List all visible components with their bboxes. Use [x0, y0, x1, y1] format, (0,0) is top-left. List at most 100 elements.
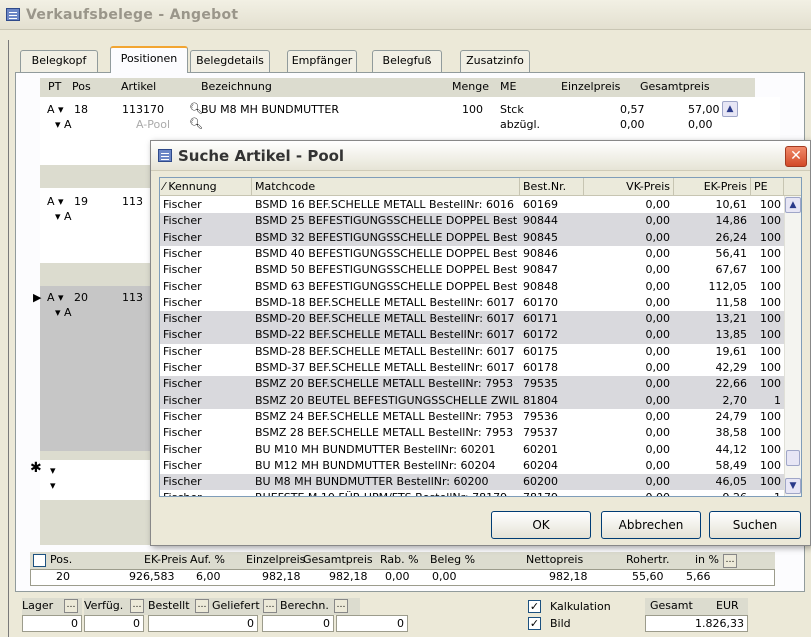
list-row[interactable]: Fischer RUEFSTE M 10 FÜR UPM/FTS BestellN… [160, 490, 784, 496]
list-scrollbar[interactable]: ▲ ▼ [784, 196, 801, 496]
col-matchcode[interactable]: Matchcode [252, 178, 520, 196]
cell-matchcode: BU M12 MH BUNDMUTTER BestellNr: 60204 [255, 458, 496, 472]
sum-ekpreis: 926,583 [129, 570, 175, 583]
col-me: ME [500, 80, 517, 93]
gesamtpreis-field[interactable]: 57,00 [688, 103, 720, 116]
sum-col-beleg: Beleg % [430, 553, 476, 566]
list-row[interactable]: Fischer BSMZ 24 BEF.SCHELLE METALL Bestel… [160, 409, 784, 425]
list-row[interactable]: Fischer BSMZ 20 BEF.SCHELLE METALL Bestel… [160, 376, 784, 393]
sum-col-pos: Pos. [50, 553, 73, 566]
list-row[interactable]: Fischer BSMZ 28 BEF.SCHELLE METALL Bestel… [160, 425, 784, 441]
bild-label: Bild [550, 617, 571, 630]
verfueg-more-button[interactable]: … [130, 599, 144, 613]
scroll-down-button[interactable]: ▼ [785, 478, 801, 494]
col-pe[interactable]: PE [751, 178, 784, 196]
cell-matchcode: BSMD 63 BEFESTIGUNGSSCHELLE DOPPEL Best [255, 279, 518, 293]
verfueg-value: 0 [84, 615, 144, 632]
list-row[interactable]: Fischer BSMD-22 BEF.SCHELLE METALL Bestel… [160, 327, 784, 344]
list-row[interactable]: Fischer BSMD 40 BEFESTIGUNGSSCHELLE DOPPE… [160, 246, 784, 262]
pt-field[interactable]: A ▾ [47, 103, 64, 116]
bild-checkbox[interactable]: ✓ [528, 617, 541, 630]
cancel-button[interactable]: Abbrechen [601, 511, 701, 539]
grid-scroll-up-button[interactable]: ▲ [722, 101, 738, 117]
cell-ekpreis: 67,67 [715, 263, 748, 277]
list-row[interactable]: Fischer BSMD-37 BEF.SCHELLE METALL Bestel… [160, 360, 784, 376]
cell-bestnr: 79536 [523, 409, 558, 423]
artikel-field[interactable]: 113 [122, 195, 143, 208]
list-row[interactable]: Fischer BSMD-28 BEF.SCHELLE METALL Bestel… [160, 344, 784, 360]
summary-checkbox[interactable] [33, 554, 46, 567]
cell-bestnr: 79537 [523, 426, 558, 440]
tab-belegdetails[interactable]: Belegdetails [190, 50, 270, 72]
list-row[interactable]: Fischer BSMD 16 BEF.SCHELLE METALL Bestel… [160, 197, 784, 213]
list-row[interactable]: Fischer BU M10 MH BUNDMUTTER BestellNr: 6… [160, 442, 784, 458]
cell-ekpreis: 58,49 [715, 458, 748, 472]
cell-kennung: Fischer [163, 458, 202, 472]
new-sub-pt-dropdown[interactable]: ▾ [50, 479, 56, 492]
scroll-thumb[interactable] [786, 450, 800, 466]
col-kennung[interactable]: ⁄ Kennung [160, 178, 252, 196]
bestellt-more-button[interactable]: … [195, 599, 209, 613]
cell-bestnr: 90847 [523, 263, 558, 277]
list-row[interactable]: Fischer BSMD 63 BEFESTIGUNGSSCHELLE DOPPE… [160, 279, 784, 295]
pos-field[interactable]: 18 [74, 103, 88, 116]
col-vkpreis[interactable]: VK-Preis [584, 178, 674, 196]
col-bestnr[interactable]: Best.Nr. [520, 178, 584, 196]
sub-pt-field[interactable]: ▾ A [55, 118, 72, 131]
cell-ekpreis: 22,66 [715, 377, 748, 391]
lager-more-button[interactable]: … [64, 599, 78, 613]
pos-field[interactable]: 19 [74, 195, 88, 208]
sub-einzelpreis-field[interactable]: 0,00 [620, 118, 645, 131]
cell-vkpreis: 0,00 [645, 246, 671, 260]
list-row[interactable]: Fischer BSMD-18 BEF.SCHELLE METALL Bestel… [160, 295, 784, 311]
kalkulation-checkbox[interactable]: ✓ [528, 600, 541, 613]
sum-col-rabatt: Rab. % [380, 553, 419, 566]
tab-belegkopf[interactable]: Belegkopf [20, 50, 98, 72]
search-button[interactable]: Suchen [709, 511, 801, 539]
berechn-more-button[interactable]: … [334, 599, 348, 613]
search-icon[interactable]: 🔍︎ [189, 117, 203, 130]
list-row[interactable]: Fischer BSMD 32 BEFESTIGUNGSSCHELLE DOPPE… [160, 229, 784, 246]
col-ekpreis[interactable]: EK-Preis [674, 178, 751, 196]
dialog-title: Suche Artikel - Pool [178, 147, 345, 165]
sub-gesamtpreis-field[interactable]: 0,00 [688, 118, 713, 131]
tab-positionen[interactable]: Positionen [110, 46, 188, 73]
list-row[interactable]: Fischer BU M8 MH BUNDMUTTER BestellNr: 60… [160, 474, 784, 491]
bezeichnung-field[interactable]: BU M8 MH BUNDMUTTER [201, 103, 339, 116]
sub-pt-field[interactable]: ▾ A [55, 306, 72, 319]
sum-aufschlag: 6,00 [196, 570, 221, 583]
list-row[interactable]: Fischer BSMD 25 BEFESTIGUNGSSCHELLE DOPPE… [160, 213, 784, 230]
pt-field[interactable]: A ▾ [47, 195, 64, 208]
tab-zusatzinfo[interactable]: Zusatzinfo [460, 50, 530, 72]
article-list[interactable]: ⁄ Kennung Matchcode Best.Nr. VK-Preis EK… [159, 177, 802, 497]
cell-ekpreis: 13,21 [715, 312, 748, 326]
artikel-field[interactable]: 113170 [122, 103, 164, 116]
cell-ekpreis: 44,12 [715, 442, 748, 456]
menge-field[interactable]: 100 [462, 103, 483, 116]
close-button[interactable]: ✕ [785, 146, 807, 167]
list-row[interactable]: Fischer BU M12 MH BUNDMUTTER BestellNr: 6… [160, 458, 784, 474]
einzelpreis-field[interactable]: 0,57 [620, 103, 645, 116]
list-row[interactable]: Fischer BSMD-20 BEF.SCHELLE METALL Bestel… [160, 311, 784, 328]
me-field[interactable]: Stck [500, 103, 524, 116]
scroll-up-button[interactable]: ▲ [785, 197, 801, 213]
artikel-field[interactable]: 113 [122, 291, 143, 304]
summary-more-button[interactable]: … [723, 554, 737, 568]
sub-me-field[interactable]: abzügl. [500, 118, 540, 131]
col-einzelpreis: Einzelpreis [561, 80, 621, 93]
pt-field[interactable]: A ▾ [47, 291, 64, 304]
ok-button[interactable]: OK [491, 511, 591, 539]
pos-field[interactable]: 20 [74, 291, 88, 304]
geliefert-more-button[interactable]: … [263, 599, 277, 613]
tab-belegfuss[interactable]: Belegfuß [372, 50, 442, 72]
sub-pt-field[interactable]: ▾ A [55, 210, 72, 223]
cell-matchcode: BSMD 32 BEFESTIGUNGSSCHELLE DOPPEL Best [255, 230, 518, 244]
list-row[interactable]: Fischer BSMZ 20 BEUTEL BEFESTIGUNGSSCHELL… [160, 392, 784, 409]
tab-empfaenger[interactable]: Empfänger [287, 50, 357, 72]
cell-pe: 100 [760, 263, 781, 277]
sub-artikel-field[interactable]: A-Pool [136, 118, 170, 131]
new-pt-dropdown[interactable]: ▾ [50, 464, 56, 477]
cell-bestnr: 60172 [523, 328, 558, 342]
list-row[interactable]: Fischer BSMD 50 BEFESTIGUNGSSCHELLE DOPPE… [160, 262, 784, 278]
cell-vkpreis: 0,00 [645, 426, 671, 440]
